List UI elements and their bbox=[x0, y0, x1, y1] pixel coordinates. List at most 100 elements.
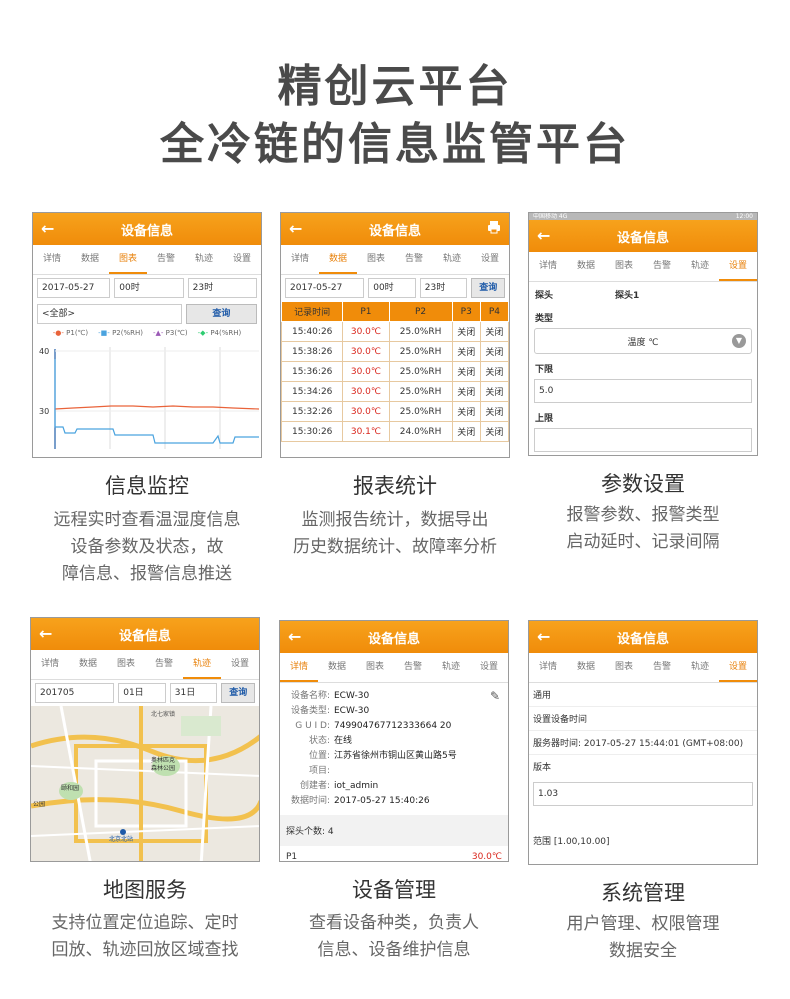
start-hour-input[interactable]: 00时 bbox=[368, 278, 416, 298]
map-label: 公园 bbox=[33, 801, 45, 808]
cell: 关闭 bbox=[451, 381, 481, 402]
end-day-input[interactable]: 31日 bbox=[169, 683, 218, 703]
end-hour-input[interactable]: 23时 bbox=[187, 278, 257, 298]
date-input[interactable]: 2017-05-27 bbox=[37, 278, 111, 298]
probe-value[interactable]: 探头1 bbox=[615, 288, 639, 301]
map-view[interactable]: 北七家镇 奥林匹克 森林公园 颐和园 公园 北京北站 bbox=[31, 706, 260, 862]
cell: 关闭 bbox=[479, 361, 509, 382]
back-arrow-icon[interactable]: ← bbox=[289, 219, 302, 238]
back-arrow-icon[interactable]: ← bbox=[39, 624, 52, 643]
query-button[interactable]: 查询 bbox=[471, 278, 506, 298]
end-hour-input[interactable]: 23时 bbox=[419, 278, 468, 298]
start-hour-input[interactable]: 00时 bbox=[114, 278, 184, 298]
back-arrow-icon[interactable]: ← bbox=[288, 627, 301, 646]
tab-details[interactable]: 详情 bbox=[281, 245, 319, 274]
month-input[interactable]: 201705 bbox=[35, 683, 115, 703]
col-header[interactable]: P3 bbox=[451, 301, 481, 322]
col-header[interactable]: 记录时间 bbox=[281, 301, 344, 322]
app-bar: ← 设备信息 bbox=[281, 213, 509, 245]
tab-chart[interactable]: 图表 bbox=[605, 653, 643, 682]
type-select[interactable]: 温度 ℃ ▼ bbox=[534, 328, 752, 354]
tab-chart[interactable]: 图表 bbox=[605, 252, 643, 281]
app-bar: ← 设备信息 bbox=[31, 618, 259, 650]
tab-data[interactable]: 数据 bbox=[567, 653, 605, 682]
tab-settings[interactable]: 设置 bbox=[223, 245, 261, 274]
probe-scope-select[interactable]: <全部> bbox=[37, 304, 182, 324]
info-key: 创建者: bbox=[299, 781, 330, 791]
tab-track[interactable]: 轨迹 bbox=[183, 650, 221, 679]
print-icon[interactable] bbox=[487, 220, 501, 234]
tab-chart[interactable]: 图表 bbox=[109, 245, 147, 274]
caption-device: 设备管理 bbox=[352, 878, 436, 902]
table-row: 15:34:26 30.0℃ 25.0%RH 关闭 关闭 bbox=[281, 381, 509, 402]
tab-chart[interactable]: 图表 bbox=[107, 650, 145, 679]
desc-line: 用户管理、权限管理 bbox=[566, 914, 720, 934]
cell: 30.0℃ bbox=[342, 381, 390, 402]
back-arrow-icon[interactable]: ← bbox=[537, 627, 550, 646]
edit-icon[interactable]: ✎ bbox=[490, 689, 500, 703]
tab-track[interactable]: 轨迹 bbox=[681, 653, 719, 682]
tab-data[interactable]: 数据 bbox=[318, 653, 356, 682]
start-day-input[interactable]: 01日 bbox=[118, 683, 166, 703]
tab-chart[interactable]: 图表 bbox=[357, 245, 395, 274]
col-header[interactable]: P4 bbox=[479, 301, 509, 322]
app-bar-title: 设备信息 bbox=[118, 628, 171, 644]
query-button[interactable]: 查询 bbox=[221, 683, 256, 703]
series-p1-line bbox=[54, 405, 260, 410]
upper-limit-input[interactable] bbox=[534, 428, 752, 452]
lower-limit-input[interactable]: 5.0 bbox=[534, 379, 752, 403]
probe-value: 30.0℃ bbox=[471, 852, 502, 862]
series-p2-line bbox=[54, 359, 259, 444]
info-row: G U I D: 749904767712333664 20 bbox=[284, 719, 504, 734]
status-bar: 中国移动 4G 12:00 bbox=[529, 213, 757, 220]
probe-row[interactable]: P1 30.0℃ bbox=[280, 846, 508, 862]
set-device-time-item[interactable]: 设置设备时间 bbox=[529, 707, 757, 731]
tab-alarm[interactable]: 告警 bbox=[643, 252, 681, 281]
back-arrow-icon[interactable]: ← bbox=[537, 226, 550, 245]
screenshot-parameters: 中国移动 4G 12:00 ← 设备信息 详情 数据 图表 告警 轨迹 设置 探… bbox=[528, 212, 758, 456]
tab-details[interactable]: 详情 bbox=[280, 653, 318, 682]
tab-data[interactable]: 数据 bbox=[69, 650, 107, 679]
tab-settings[interactable]: 设置 bbox=[719, 653, 757, 682]
probe-row: 探头 探头1 bbox=[529, 282, 757, 305]
tab-settings[interactable]: 设置 bbox=[719, 252, 757, 281]
col-header[interactable]: P1 bbox=[342, 301, 390, 322]
tab-bar: 详情 数据 图表 告警 轨迹 设置 bbox=[529, 653, 757, 683]
tab-data[interactable]: 数据 bbox=[319, 245, 357, 274]
version-input[interactable]: 1.03 bbox=[533, 782, 753, 806]
back-arrow-icon[interactable]: ← bbox=[41, 219, 54, 238]
desc-line: 数据安全 bbox=[609, 941, 677, 961]
app-bar-title: 设备信息 bbox=[616, 631, 669, 647]
range-hint: 范围 [1.00,10.00] bbox=[533, 837, 610, 847]
desc-monitoring: 远程实时查看温湿度信息 设备参数及状态，故 障信息、报警信息推送 bbox=[22, 507, 272, 588]
location-pin-icon[interactable] bbox=[120, 829, 126, 835]
col-header[interactable]: P2 bbox=[388, 301, 453, 322]
tab-settings[interactable]: 设置 bbox=[470, 653, 508, 682]
tab-chart[interactable]: 图表 bbox=[356, 653, 394, 682]
date-input[interactable]: 2017-05-27 bbox=[285, 278, 365, 298]
tab-alarm[interactable]: 告警 bbox=[394, 653, 432, 682]
tab-settings[interactable]: 设置 bbox=[471, 245, 509, 274]
tab-details[interactable]: 详情 bbox=[33, 245, 71, 274]
tab-track[interactable]: 轨迹 bbox=[681, 252, 719, 281]
tab-details[interactable]: 详情 bbox=[529, 252, 567, 281]
tab-data[interactable]: 数据 bbox=[71, 245, 109, 274]
tab-details[interactable]: 详情 bbox=[31, 650, 69, 679]
type-label: 类型 bbox=[535, 314, 554, 324]
probe-count: 探头个数: 4 bbox=[280, 815, 508, 846]
tab-settings[interactable]: 设置 bbox=[221, 650, 259, 679]
tab-alarm[interactable]: 告警 bbox=[145, 650, 183, 679]
cell: 关闭 bbox=[479, 341, 509, 362]
desc-line: 回放、轨迹回放区域查找 bbox=[51, 940, 239, 960]
tab-track[interactable]: 轨迹 bbox=[432, 653, 470, 682]
query-button[interactable]: 查询 bbox=[185, 304, 257, 324]
map-label: 北七家镇 bbox=[151, 710, 175, 718]
tab-track[interactable]: 轨迹 bbox=[185, 245, 223, 274]
tab-data[interactable]: 数据 bbox=[567, 252, 605, 281]
tab-alarm[interactable]: 告警 bbox=[395, 245, 433, 274]
tab-alarm[interactable]: 告警 bbox=[147, 245, 185, 274]
tab-track[interactable]: 轨迹 bbox=[433, 245, 471, 274]
cell: 30.0℃ bbox=[342, 321, 390, 342]
tab-alarm[interactable]: 告警 bbox=[643, 653, 681, 682]
tab-details[interactable]: 详情 bbox=[529, 653, 567, 682]
